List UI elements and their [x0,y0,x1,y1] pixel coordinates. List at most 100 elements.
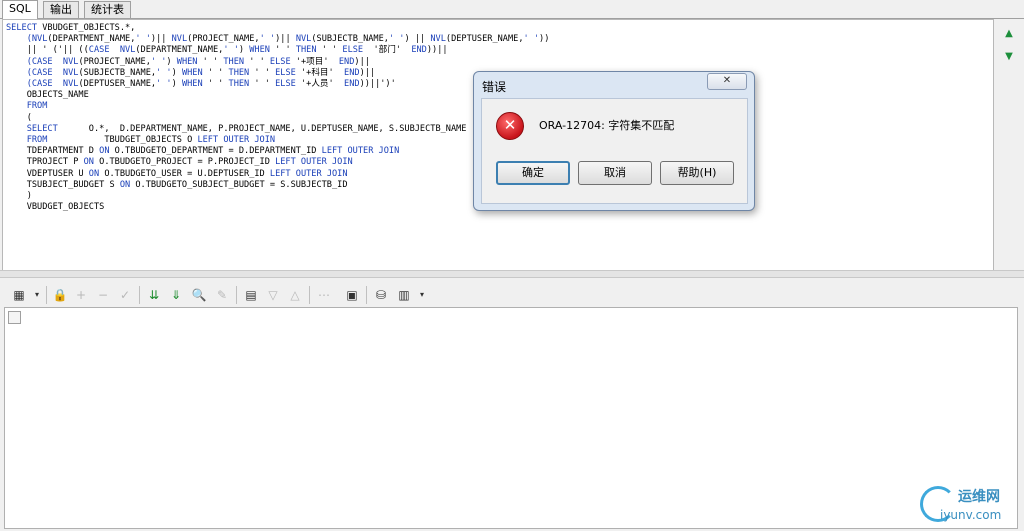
code-line: VDEPTUSER U ON O.TBUDGETO_USER = U.DEPTU… [6,169,549,180]
toolbar-separator [139,286,140,304]
code-token: ON [119,179,131,190]
prev-icon[interactable]: ▽ [264,286,282,304]
code-token: END [344,67,360,78]
code-token: '+人员' [295,79,345,90]
toolbar-separator [236,286,237,304]
code-token: VDEPTUSER U [6,168,89,179]
watermark-cn: 运维网 [958,489,1000,505]
code-token: TBUDGET_OBJECTS O [47,135,198,146]
code-token: ' ' [156,67,172,78]
code-token: ) || [404,34,431,45]
code-token: LEFT OUTER JOIN [321,146,400,157]
code-line: (CASE NVL(SUBJECTB_NAME,' ') WHEN ' ' TH… [6,68,549,79]
cancel-button[interactable]: 取消 [578,161,652,185]
code-token: ELSE [342,45,364,56]
lock-icon[interactable]: 🔒 [51,286,69,304]
code-token: ( [6,112,32,123]
code-line: VBUDGET_OBJECTS [6,202,549,213]
sql-code[interactable]: SELECT VBUDGET_OBJECTS.*, (NVL(DEPARTMEN… [6,23,549,213]
code-token: )|| [359,67,376,78]
chevron-down-icon[interactable]: ▾ [28,286,46,304]
grid-corner-cell[interactable] [8,311,21,324]
code-line: (CASE NVL(DEPTUSER_NAME,' ') WHEN ' ' TH… [6,79,549,90]
code-token: ON [83,157,94,168]
code-token: (CASE NVL [6,56,79,67]
tab-statistics[interactable]: 统计表 [84,1,131,18]
code-line: (NVL(DEPARTMENT_NAME,' ')|| NVL(PROJECT_… [6,34,550,45]
code-token: ' ' [223,45,239,56]
code-token: NVL [171,34,188,45]
code-token: END [411,45,427,56]
tab-sql[interactable]: SQL [2,0,38,19]
code-token: ' ' [150,56,167,67]
code-token: O.TBUDGETO_PROJECT = P.PROJECT_ID [93,157,276,168]
query-by-example-icon[interactable]: ▤ [242,286,260,304]
code-token: NVL [295,34,312,45]
close-button[interactable]: ✕ [707,73,747,90]
code-token: ELSE [269,56,291,67]
code-token: O.*, D.DEPARTMENT_NAME, P.PROJECT_NAME, … [57,123,467,134]
code-token: ' ' [523,34,540,45]
code-token: (CASE NVL [6,67,79,78]
code-line: TPROJECT P ON O.TBUDGETO_PROJECT = P.PRO… [6,157,549,168]
code-token: ' ' [316,45,343,56]
help-button[interactable]: 帮助(H) [660,161,734,185]
clear-icon[interactable]: ✎ [213,286,231,304]
chevron-down-icon[interactable]: ▾ [413,286,431,304]
code-token: WHEN [249,45,270,56]
code-token: || ' ('|| (( [6,45,89,56]
pane-splitter[interactable] [0,270,1024,278]
result-toolbar: ▦ ▾ 🔒 + − ✓ ⇊ ⇓ 🔍 ✎ ▤ ▽ △ ⋯ ▣ ⛁ ▥ ▾ [0,283,1024,307]
code-line: TDEPARTMENT D ON O.TBUDGETO_DEPARTMENT =… [6,146,549,157]
code-token: O.TBUDGETO_SUBJECT_BUDGET = S.SUBJECTB_I… [130,179,348,190]
scroll-down-arrow-icon[interactable]: ▼ [1004,52,1014,62]
code-token: NVL [430,34,446,45]
code-token: WHEN [181,67,203,78]
code-token: ) [6,191,32,202]
save-icon[interactable]: ▣ [343,286,361,304]
code-token: )) [539,34,550,45]
code-token: ELSE [275,67,296,78]
code-token: )|| [275,34,296,45]
code-token: O.TBUDGETO_DEPARTMENT = D.DEPARTMENT_ID [109,146,322,157]
code-token: )|| [150,34,172,45]
code-token: ' ' [202,67,229,78]
find-icon[interactable]: 🔍 [190,286,208,304]
fetch-next-icon[interactable]: ⇊ [145,286,163,304]
database-icon[interactable]: ⛁ [372,286,390,304]
code-token: ' ' [156,79,172,90]
code-token: OBJECTS_NAME [6,90,89,101]
code-token: VBUDGET_OBJECTS [6,202,105,213]
result-grid[interactable] [4,307,1018,529]
code-token: ' ' [249,67,276,78]
code-token: ))||')' [359,79,396,90]
code-token: THEN [228,67,250,78]
tab-output[interactable]: 输出 [43,1,79,18]
export-icon[interactable]: ⋯ [315,286,333,304]
code-token: ) [238,45,250,56]
next-icon[interactable]: △ [286,286,304,304]
ok-button[interactable]: 确定 [496,161,570,185]
code-token: (DEPARTMENT_NAME, [135,45,224,56]
code-token: (NVL [6,34,48,45]
code-token: END [338,56,355,67]
fetch-last-icon[interactable]: ⇓ [167,286,185,304]
delete-record-icon[interactable]: − [94,286,112,304]
code-token: (DEPTUSER_NAME, [78,79,157,90]
code-token: ' ' [135,34,151,45]
post-record-icon[interactable]: ✓ [116,286,134,304]
code-token: (DEPTUSER_NAME, [445,34,524,45]
code-line: FROM TBUDGET_OBJECTS O LEFT OUTER JOIN [6,135,549,146]
code-token: END [344,79,360,90]
chart-icon[interactable]: ▥ [395,286,413,304]
error-message: ORA-12704: 字符集不匹配 [539,119,675,132]
code-line: ( [6,113,549,124]
add-record-icon[interactable]: + [72,286,90,304]
code-token: TSUBJECT_BUDGET S [6,179,120,190]
code-token: ' ' [197,56,224,67]
code-token: )|| [354,56,370,67]
grid-view-icon[interactable]: ▦ [10,286,28,304]
scroll-up-arrow-icon[interactable]: ▲ [1004,29,1014,39]
code-token: ) [171,67,182,78]
code-token: ))|| [426,45,448,56]
